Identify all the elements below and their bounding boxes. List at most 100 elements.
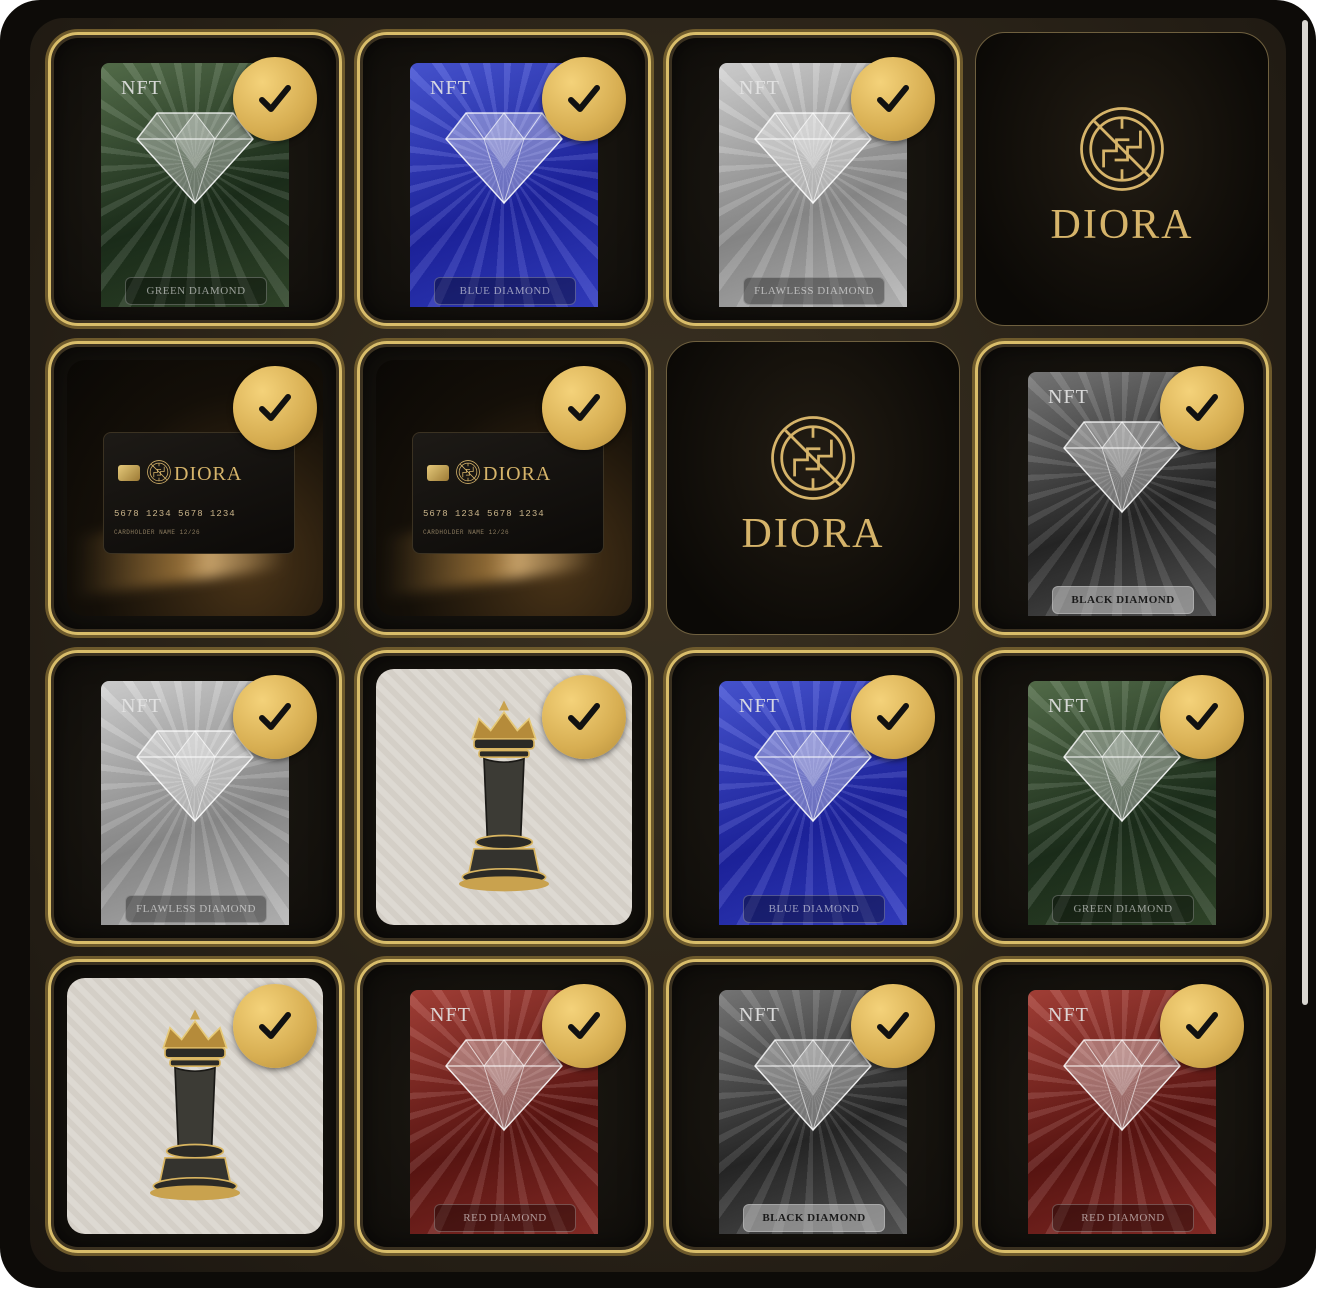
selected-check-badge[interactable] (851, 675, 935, 759)
nft-tag: NFT (430, 77, 471, 99)
selected-check-badge[interactable] (851, 984, 935, 1068)
selected-check-badge[interactable] (233, 984, 317, 1068)
nft-name-plaque: RED DIAMOND (1052, 1204, 1194, 1232)
queen-icon (150, 1009, 240, 1201)
grid-tile-logo[interactable]: DIORA (975, 32, 1269, 326)
grid-tile-card[interactable]: DIORA 5678 1234 5678 1234 CARDHOLDER NAME … (48, 341, 342, 635)
checkmark-icon (1186, 1012, 1218, 1039)
nft-tag: NFT (430, 1004, 471, 1026)
grid-tile-chess[interactable] (48, 959, 342, 1253)
nft-name-plaque: FLAWLESS DIAMOND (743, 277, 885, 305)
checkmark-icon (568, 394, 600, 421)
card-brand-logo (146, 459, 172, 490)
card-chip-icon (427, 465, 449, 481)
diamond-icon (445, 112, 563, 205)
selected-check-badge[interactable] (851, 57, 935, 141)
selected-check-badge[interactable] (1160, 675, 1244, 759)
grid-tile-nft[interactable]: NFT RED DIAMOND (975, 959, 1269, 1253)
selected-check-badge[interactable] (542, 675, 626, 759)
diamond-icon (1063, 1039, 1181, 1132)
card-holder-row: CARDHOLDER NAME 12/26 (423, 529, 509, 536)
grid-tile-nft[interactable]: NFT GREEN DIAMOND (975, 650, 1269, 944)
nft-name-plaque: BLUE DIAMOND (743, 895, 885, 923)
selected-check-badge[interactable] (233, 57, 317, 141)
checkmark-icon (877, 85, 909, 112)
checkmark-icon (568, 1012, 600, 1039)
diamond-icon (1063, 421, 1181, 514)
card-expiry: 12/26 (488, 529, 510, 536)
nft-name-plaque: GREEN DIAMOND (1052, 895, 1194, 923)
nft-name-plaque: BLUE DIAMOND (434, 277, 576, 305)
cardholder-name: CARDHOLDER NAME (114, 529, 176, 536)
credit-card: DIORA 5678 1234 5678 1234 CARDHOLDER NAME … (103, 432, 295, 554)
grid-tile-nft[interactable]: NFT RED DIAMOND (357, 959, 651, 1253)
card-brand-name: DIORA (174, 463, 243, 485)
diora-logo-icon (771, 416, 855, 500)
diora-logo-icon (147, 460, 171, 484)
nft-tag: NFT (121, 695, 162, 717)
nft-name-plaque: FLAWLESS DIAMOND (125, 895, 267, 923)
diora-wordmark: DIORA (741, 511, 885, 557)
diamond-icon (754, 730, 872, 823)
diora-logo: DIORA (667, 342, 959, 634)
nft-tag: NFT (739, 77, 780, 99)
nft-name-plaque: BLACK DIAMOND (1052, 586, 1194, 614)
vertical-scrollbar[interactable] (1302, 20, 1308, 1005)
selected-check-badge[interactable] (233, 675, 317, 759)
grid-tile-nft[interactable]: NFT FLAWLESS DIAMOND (48, 650, 342, 944)
checkmark-icon (877, 703, 909, 730)
checkmark-icon (568, 85, 600, 112)
checkmark-icon (259, 1012, 291, 1039)
grid-tile-nft[interactable]: NFT GREEN DIAMOND (48, 32, 342, 326)
checkmark-icon (568, 703, 600, 730)
checkmark-icon (259, 703, 291, 730)
nft-name-plaque: BLACK DIAMOND (743, 1204, 885, 1232)
card-expiry: 12/26 (179, 529, 201, 536)
diamond-icon (136, 730, 254, 823)
selected-check-badge[interactable] (542, 366, 626, 450)
card-brand-name: DIORA (483, 463, 552, 485)
selected-check-badge[interactable] (1160, 366, 1244, 450)
diamond-icon (136, 112, 254, 205)
selected-check-badge[interactable] (542, 57, 626, 141)
diora-logo-icon (1080, 107, 1164, 191)
diamond-icon (754, 112, 872, 205)
grid-tile-logo[interactable]: DIORA (666, 341, 960, 635)
card-number: 5678 1234 5678 1234 (114, 509, 236, 519)
checkmark-icon (1186, 394, 1218, 421)
selected-check-badge[interactable] (1160, 984, 1244, 1068)
card-chip-icon (118, 465, 140, 481)
card-brand-logo (455, 459, 481, 490)
nft-tag: NFT (1048, 386, 1089, 408)
checkmark-icon (259, 394, 291, 421)
selected-check-badge[interactable] (542, 984, 626, 1068)
nft-tag: NFT (1048, 695, 1089, 717)
diora-wordmark: DIORA (1050, 202, 1194, 248)
grid-tile-nft[interactable]: NFT BLUE DIAMOND (357, 32, 651, 326)
diora-logo-icon (456, 460, 480, 484)
diora-logo: DIORA (976, 33, 1268, 325)
queen-icon (459, 700, 549, 892)
selected-check-badge[interactable] (233, 366, 317, 450)
grid-tile-nft[interactable]: NFT BLACK DIAMOND (975, 341, 1269, 635)
card-number: 5678 1234 5678 1234 (423, 509, 545, 519)
grid-tile-chess[interactable] (357, 650, 651, 944)
card-holder-row: CARDHOLDER NAME 12/26 (114, 529, 200, 536)
grid-tile-card[interactable]: DIORA 5678 1234 5678 1234 CARDHOLDER NAME … (357, 341, 651, 635)
grid-tile-nft[interactable]: NFT BLACK DIAMOND (666, 959, 960, 1253)
nft-tag: NFT (739, 695, 780, 717)
diamond-icon (445, 1039, 563, 1132)
checkmark-icon (877, 1012, 909, 1039)
nft-tag: NFT (739, 1004, 780, 1026)
diamond-icon (754, 1039, 872, 1132)
nft-name-plaque: RED DIAMOND (434, 1204, 576, 1232)
checkmark-icon (259, 85, 291, 112)
credit-card: DIORA 5678 1234 5678 1234 CARDHOLDER NAME … (412, 432, 604, 554)
grid-tile-nft[interactable]: NFT FLAWLESS DIAMOND (666, 32, 960, 326)
grid-tile-nft[interactable]: NFT BLUE DIAMOND (666, 650, 960, 944)
diamond-icon (1063, 730, 1181, 823)
nft-name-plaque: GREEN DIAMOND (125, 277, 267, 305)
cardholder-name: CARDHOLDER NAME (423, 529, 485, 536)
nft-tag: NFT (121, 77, 162, 99)
checkmark-icon (1186, 703, 1218, 730)
